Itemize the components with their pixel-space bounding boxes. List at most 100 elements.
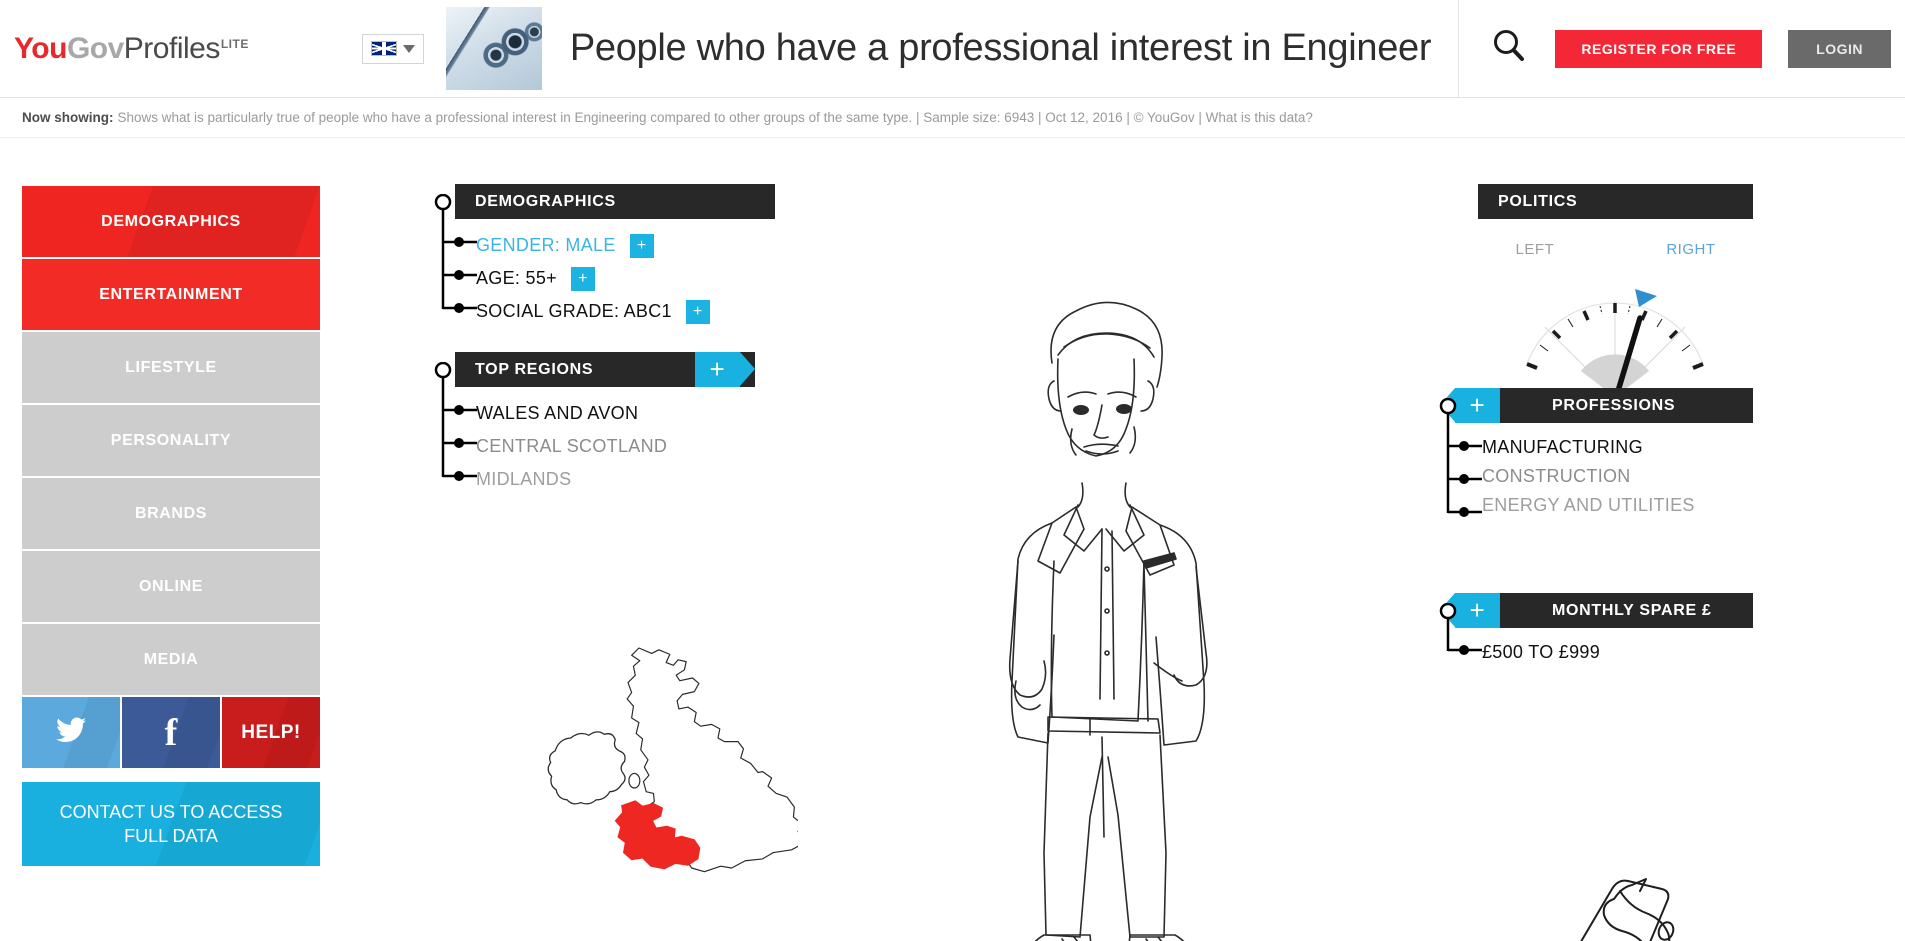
sidebar-item-media[interactable]: MEDIA [22, 624, 320, 695]
contact-us-full-data-button[interactable]: CONTACT US TO ACCESS FULL DATA [22, 782, 320, 866]
politics-left-label: LEFT [1515, 241, 1555, 258]
now-showing-text: Shows what is particularly true of peopl… [117, 110, 1313, 125]
panel-title: DEMOGRAPHICS [475, 192, 616, 210]
expand-plus-button[interactable]: + [629, 233, 654, 258]
panel-monthly-spare: + MONTHLY SPARE £ £500 TO £999 [1439, 593, 1753, 667]
header-actions: REGISTER FOR FREE LOGIN [1458, 0, 1905, 98]
profession-item-label[interactable]: MANUFACTURING [1482, 437, 1643, 458]
arrow-left-icon [1440, 388, 1455, 422]
social-button-row: f HELP! [22, 697, 320, 768]
panel-top-regions-expand[interactable]: + [695, 352, 755, 387]
uk-flag-icon [370, 41, 397, 56]
list-item: CONSTRUCTION [1482, 462, 1753, 491]
sidebar-item-online[interactable]: ONLINE [22, 551, 320, 622]
page-title: People who have a professional interest … [569, 27, 1432, 69]
sidebar-item-entertainment[interactable]: ENTERTAINMENT [22, 259, 320, 330]
list-item: MANUFACTURING [1482, 433, 1753, 462]
panel-professions: + PROFESSIONS MANUFACTURING CONSTRUCTION… [1439, 388, 1753, 520]
panel-politics: POLITICS LEFT RIGHT [1478, 184, 1753, 417]
region-item-label[interactable]: WALES AND AVON [476, 403, 638, 424]
help-button-label: HELP! [241, 721, 301, 743]
list-item: WALES AND AVON [476, 397, 755, 430]
logo-profiles: Profiles [123, 31, 221, 65]
list-item: CENTRAL SCOTLAND [476, 430, 755, 463]
panel-professions-header[interactable]: + PROFESSIONS [1440, 388, 1753, 423]
now-showing-bar: Now showing: Shows what is particularly … [0, 98, 1905, 138]
profession-item-label[interactable]: CONSTRUCTION [1482, 466, 1631, 487]
sidebar-item-label: ENTERTAINMENT [99, 285, 243, 303]
logo-lite-badge: LITE [220, 36, 249, 51]
facebook-share-button[interactable]: f [122, 697, 220, 768]
sidebar-item-label: PERSONALITY [110, 431, 232, 449]
list-item: GENDER: MALE + [476, 229, 775, 262]
sidebar-item-label: LIFESTYLE [125, 358, 217, 376]
facebook-f-icon: f [164, 711, 178, 754]
expand-plus-button[interactable]: + [685, 299, 710, 324]
politics-right-label: RIGHT [1666, 241, 1716, 258]
expand-plus-button[interactable]: + [1455, 593, 1500, 628]
panel-demographics-header[interactable]: DEMOGRAPHICS [455, 184, 775, 219]
panel-monthly-spare-expand[interactable]: + [1440, 593, 1500, 628]
panel-monthly-spare-items: £500 TO £999 [1482, 628, 1753, 667]
wallet-illustration [1500, 853, 1790, 941]
panel-title: TOP REGIONS [475, 360, 594, 378]
twitter-share-button[interactable] [22, 697, 120, 768]
panel-top-regions-items: WALES AND AVON CENTRAL SCOTLAND MIDLANDS [455, 387, 755, 496]
category-sidebar: DEMOGRAPHICS ENTERTAINMENT LIFESTYLE PER… [22, 186, 320, 866]
expand-plus-button[interactable]: + [570, 266, 595, 291]
panel-professions-expand[interactable]: + [1440, 388, 1500, 423]
list-item: MIDLANDS [476, 463, 755, 496]
twitter-bird-icon [56, 717, 86, 748]
arrow-right-icon [740, 352, 755, 386]
list-item: AGE: 55+ + [476, 262, 775, 295]
panel-politics-header[interactable]: POLITICS [1478, 184, 1753, 219]
arrow-left-icon [1440, 593, 1455, 627]
cta-line-1: CONTACT US TO ACCESS [59, 801, 283, 822]
language-selector[interactable] [361, 33, 424, 64]
sidebar-item-label: DEMOGRAPHICS [101, 212, 241, 230]
list-item: £500 TO £999 [1482, 638, 1753, 667]
panel-demographics: DEMOGRAPHICS GENDER: MALE + AGE: 55+ + S… [434, 184, 775, 328]
logo-you: You [14, 31, 67, 65]
sidebar-item-personality[interactable]: PERSONALITY [22, 405, 320, 476]
monthly-spare-item-label[interactable]: £500 TO £999 [1482, 642, 1600, 663]
login-button[interactable]: LOGIN [1788, 29, 1891, 68]
region-item-label[interactable]: CENTRAL SCOTLAND [476, 436, 667, 457]
panel-title: PROFESSIONS [1552, 396, 1676, 414]
uk-map-illustration [498, 628, 805, 933]
panel-top-regions: TOP REGIONS + WALES AND AVON CENTRAL SCO… [434, 352, 755, 496]
sidebar-item-label: BRANDS [134, 504, 208, 522]
register-for-free-button[interactable]: REGISTER FOR FREE [1555, 29, 1763, 68]
now-showing-prefix: Now showing: [22, 110, 114, 125]
panel-monthly-spare-header[interactable]: + MONTHLY SPARE £ [1440, 593, 1753, 628]
sidebar-item-demographics[interactable]: DEMOGRAPHICS [22, 186, 320, 257]
sidebar-item-label: MEDIA [143, 650, 199, 668]
search-icon[interactable] [1489, 26, 1529, 71]
panel-professions-items: MANUFACTURING CONSTRUCTION ENERGY AND UT… [1482, 423, 1753, 520]
help-button[interactable]: HELP! [222, 697, 320, 768]
politics-axis-labels: LEFT RIGHT [1516, 241, 1716, 258]
app-header: You Gov Profiles LITE People who have a pro… [0, 0, 1905, 98]
panel-demographics-items: GENDER: MALE + AGE: 55+ + SOCIAL GRADE: … [455, 219, 775, 328]
panel-top-regions-header[interactable]: TOP REGIONS + [455, 352, 755, 387]
panel-title: POLITICS [1498, 192, 1578, 210]
demographics-item-label[interactable]: GENDER: MALE [476, 235, 616, 256]
expand-plus-button[interactable]: + [695, 352, 740, 387]
topic-thumbnail-image [445, 7, 542, 90]
yougov-profiles-logo[interactable]: You Gov Profiles LITE [14, 32, 249, 66]
cta-line-2: FULL DATA [124, 826, 218, 846]
person-illustration [940, 293, 1270, 941]
sidebar-item-lifestyle[interactable]: LIFESTYLE [22, 332, 320, 403]
profile-canvas: DEMOGRAPHICS ENTERTAINMENT LIFESTYLE PER… [0, 138, 1905, 941]
sidebar-item-label: ONLINE [138, 577, 204, 595]
list-item: ENERGY AND UTILITIES [1482, 491, 1753, 520]
demographics-item-label[interactable]: AGE: 55+ [476, 268, 557, 289]
expand-plus-button[interactable]: + [1455, 388, 1500, 423]
logo-gov: Gov [66, 31, 124, 65]
list-item: SOCIAL GRADE: ABC1 + [476, 295, 775, 328]
demographics-item-label[interactable]: SOCIAL GRADE: ABC1 [476, 301, 672, 322]
profession-item-label[interactable]: ENERGY AND UTILITIES [1482, 495, 1695, 516]
panel-title: MONTHLY SPARE £ [1552, 601, 1712, 619]
region-item-label[interactable]: MIDLANDS [476, 469, 571, 490]
sidebar-item-brands[interactable]: BRANDS [22, 478, 320, 549]
